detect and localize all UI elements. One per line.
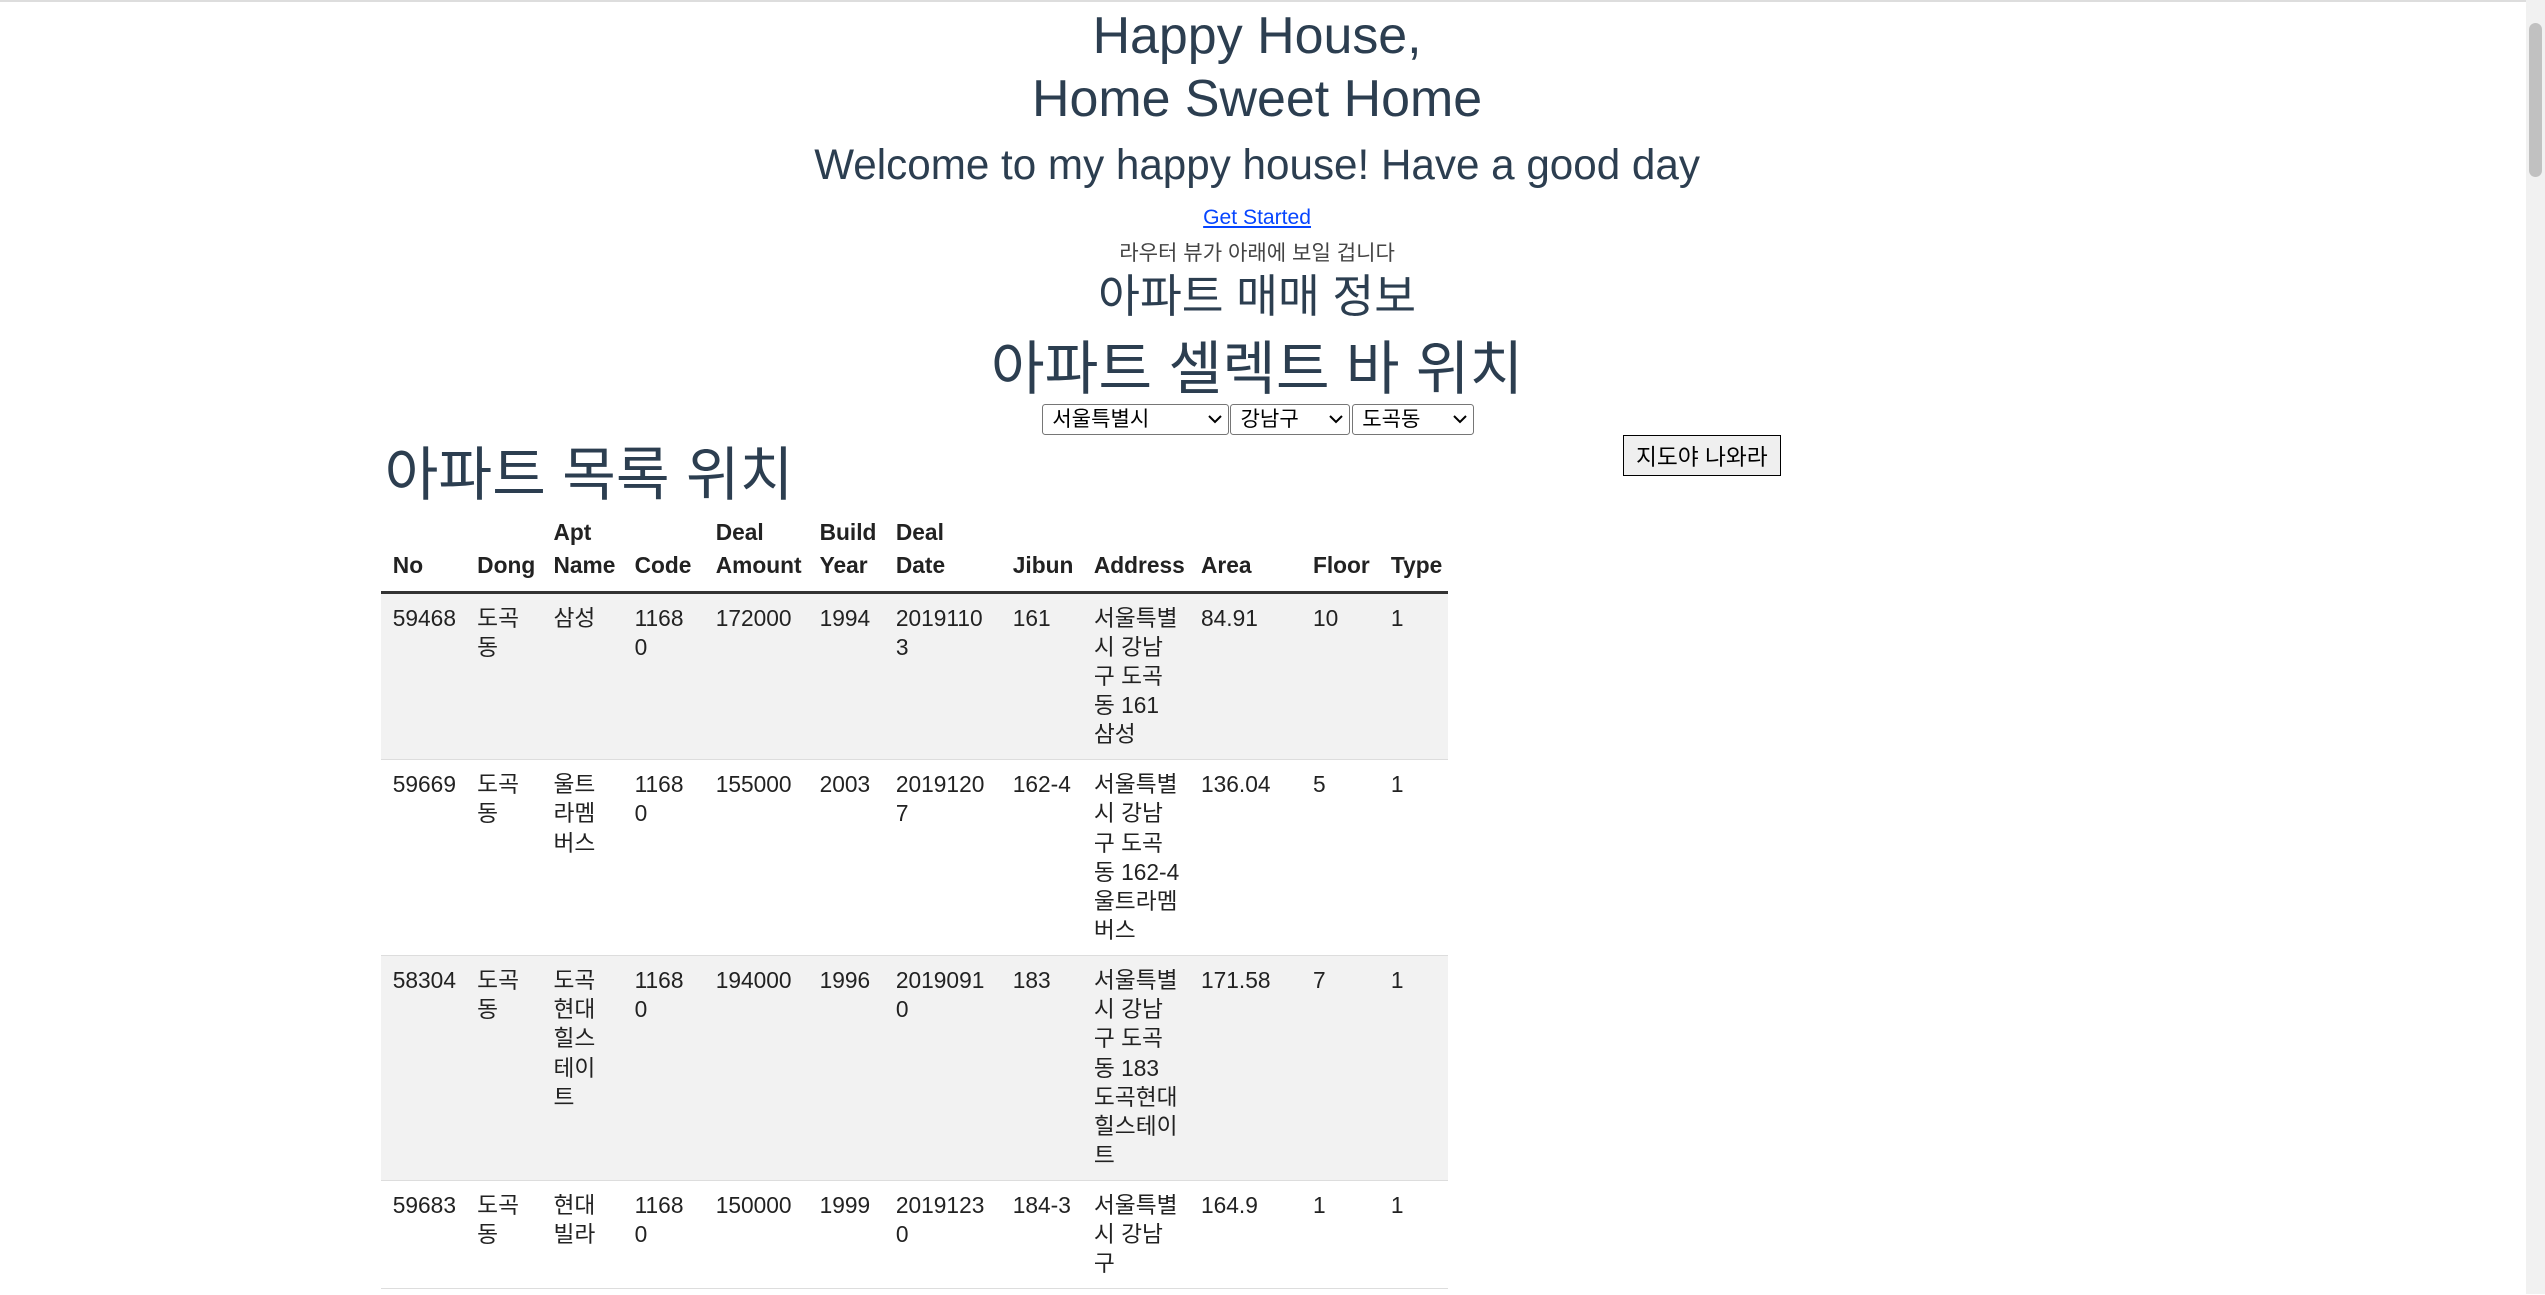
column-header: Type (1379, 516, 1448, 594)
table-cell: 20191103 (884, 592, 1002, 761)
page: Happy House, Home Sweet Home Welcome to m… (0, 0, 2545, 1294)
column-header: No (381, 516, 466, 594)
scrollbar[interactable] (2525, 0, 2545, 1294)
apartment-table: No Dong Apt Name Code Deal Amount Build Year D… (381, 516, 1448, 1290)
column-header: Dong (465, 516, 543, 594)
table-cell: 서울특별시 강남구 도곡동 161 삼성 (1082, 592, 1190, 761)
region-selects: 서울특별시 강남구 도곡동 (1042, 404, 1474, 435)
welcome-text: Welcome to my happy house! Have a good d… (814, 141, 1700, 189)
table-cell: 183 (1001, 955, 1083, 1182)
table-cell: 11680 (623, 955, 705, 1182)
table-cell: 도곡동 (465, 1180, 543, 1290)
table-cell: 도곡동 (465, 592, 543, 761)
table-cell: 1 (1379, 955, 1448, 1182)
city-select[interactable]: 서울특별시 (1042, 404, 1229, 435)
table-cell: 11680 (623, 759, 705, 957)
column-header: Address (1082, 516, 1190, 594)
table-cell: 5 (1301, 759, 1380, 957)
table-cell: 1999 (808, 1180, 885, 1290)
table-cell: 울트라멤버스 (542, 759, 624, 957)
table-cell: 1 (1301, 1180, 1380, 1290)
table-cell: 서울특별시 강남구 도곡동 183 도곡현대힐스테이트 (1082, 955, 1190, 1182)
table-cell: 10 (1301, 592, 1380, 761)
table-cell: 서울특별시 강남구 (1082, 1180, 1190, 1290)
table-cell: 현대빌라 (542, 1180, 624, 1290)
column-header: Code (623, 516, 705, 594)
table-cell: 11680 (623, 592, 705, 761)
table-cell: 171.58 (1189, 955, 1302, 1182)
table-cell: 1 (1379, 759, 1448, 957)
table-header: No Dong Apt Name Code Deal Amount Build Year D… (381, 516, 1448, 594)
table-cell: 164.9 (1189, 1180, 1302, 1290)
table-cell: 84.91 (1189, 592, 1302, 761)
title-line-2: Home Sweet Home (1032, 70, 1483, 129)
table-cell: 1 (1379, 592, 1448, 761)
table-cell: 59683 (381, 1180, 466, 1290)
table-cell: 도곡동 (465, 955, 543, 1182)
column-header: Deal Date (884, 516, 1002, 594)
table-cell: 1994 (808, 592, 885, 761)
table-cell: 161 (1001, 592, 1083, 761)
scrollbar-thumb[interactable] (2528, 22, 2542, 177)
table-cell: 1 (1379, 1180, 1448, 1290)
table-cell: 20191230 (884, 1180, 1002, 1290)
section-title: 아파트 매매 정보 (1098, 270, 1417, 322)
table-cell: 도곡현대힐스테이트 (542, 955, 624, 1182)
table-row[interactable]: 59683 도곡동 현대빌라 11680 150000 1999 20191230 184-3… (381, 1180, 1448, 1290)
table-row[interactable]: 59669 도곡동 울트라멤버스 11680 155000 2003 20191207 162… (381, 759, 1448, 957)
table-cell: 20190910 (884, 955, 1002, 1182)
table-cell: 2003 (808, 759, 885, 957)
table-cell: 20191207 (884, 759, 1002, 957)
column-header: Area (1189, 516, 1302, 594)
table-cell: 184-3 (1001, 1180, 1083, 1290)
table-cell: 1996 (808, 955, 885, 1182)
table-cell: 7 (1301, 955, 1380, 1182)
site-title: Happy House, Home Sweet Home (0, 5, 2514, 132)
table-cell: 59669 (381, 759, 466, 957)
table-cell: 서울특별시 강남구 도곡동 162-4 울트라멤버스 (1082, 759, 1190, 957)
table-cell: 155000 (704, 759, 809, 957)
table-cell: 162-4 (1001, 759, 1083, 957)
column-header: Build Year (808, 516, 885, 594)
table-row[interactable]: 58304 도곡동 도곡현대힐스테이트 11680 194000 1996 20190910… (381, 955, 1448, 1182)
table-cell: 59468 (381, 592, 466, 761)
table-cell: 172000 (704, 592, 809, 761)
get-started-link[interactable]: Get Started (1203, 206, 1311, 229)
gu-select[interactable]: 강남구 (1230, 404, 1351, 435)
table-cell: 58304 (381, 955, 466, 1182)
table-cell: 삼성 (542, 592, 624, 761)
table-cell: 194000 (704, 955, 809, 1182)
table-cell: 도곡동 (465, 759, 543, 957)
column-header: Deal Amount (704, 516, 809, 594)
show-map-button[interactable]: 지도야 나와라 (1623, 434, 1781, 476)
table-cell: 150000 (704, 1180, 809, 1290)
table-cell: 136.04 (1189, 759, 1302, 957)
select-bar-title: 아파트 셀렉트 바 위치 (990, 337, 1524, 403)
title-line-1: Happy House, (1092, 6, 1422, 65)
list-title: 아파트 목록 위치 (384, 442, 794, 508)
table-row[interactable]: 59468 도곡동 삼성 11680 172000 1994 20191103 161 서울특별… (381, 592, 1448, 761)
dong-select[interactable]: 도곡동 (1352, 404, 1474, 435)
table-cell: 11680 (623, 1180, 705, 1290)
column-header: Floor (1301, 516, 1380, 594)
divider (0, 0, 2526, 2)
column-header: Apt Name (542, 516, 624, 594)
column-header: Jibun (1001, 516, 1083, 594)
